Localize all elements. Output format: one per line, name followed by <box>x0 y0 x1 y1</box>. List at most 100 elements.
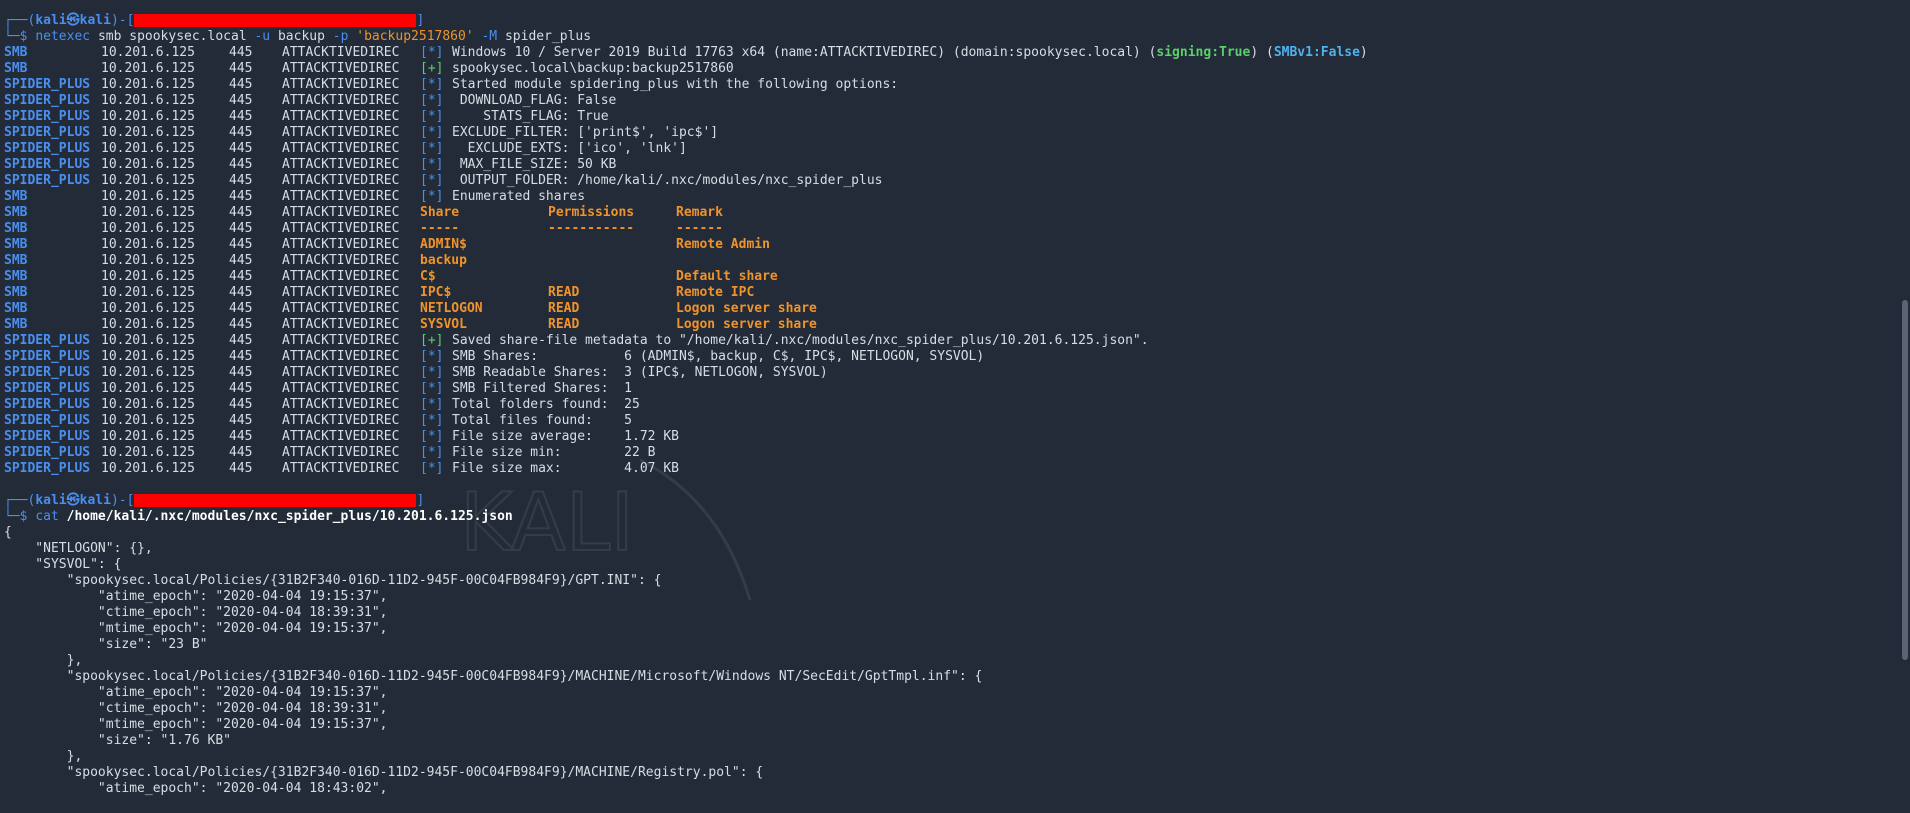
hostname: ATTACKTIVEDIREC <box>282 237 400 252</box>
status-tag: [*] <box>420 93 444 108</box>
message: Started module spidering_plus with the f… <box>452 77 899 92</box>
share-name: IPC$ <box>420 285 452 300</box>
message: File size min: 22 B <box>452 445 656 460</box>
json-line: "ctime_epoch": "2020-04-04 18:39:31", <box>4 605 388 620</box>
port: 445 <box>229 429 253 444</box>
status-tag: [*] <box>420 141 444 156</box>
ip-address: 10.201.6.125 <box>101 61 195 76</box>
message: OUTPUT_FOLDER: /home/kali/.nxc/modules/n… <box>452 173 883 188</box>
port: 445 <box>229 349 253 364</box>
port: 445 <box>229 365 253 380</box>
share-remark: Logon server share <box>676 317 817 332</box>
port: 445 <box>229 45 253 60</box>
summary-row: SPIDER_PLUS 10.201.6.125 445 ATTACKTIVEDIRE… <box>4 333 1898 349</box>
output-row: SMB 10.201.6.125 445 ATTACKTIVEDIREC [+] spoo… <box>4 61 1898 77</box>
ip-address: 10.201.6.125 <box>101 269 195 284</box>
share-permission: ----------- <box>548 221 635 236</box>
message: MAX_FILE_SIZE: 50 KB <box>452 157 617 172</box>
share-remark: Remote Admin <box>676 237 770 252</box>
table-header: SMB 10.201.6.125 445 ATTACKTIVEDIREC Share Pe… <box>4 205 1898 221</box>
protocol-label: SPIDER_PLUS <box>4 445 91 460</box>
message: Saved share-file metadata to "/home/kali… <box>452 333 1149 348</box>
ip-address: 10.201.6.125 <box>101 221 195 236</box>
output-row: SPIDER_PLUS 10.201.6.125 445 ATTACKTIVEDIRE… <box>4 173 1898 189</box>
ip-address: 10.201.6.125 <box>101 381 195 396</box>
port: 445 <box>229 189 253 204</box>
ip-address: 10.201.6.125 <box>101 125 195 140</box>
port: 445 <box>229 381 253 396</box>
output-row: SPIDER_PLUS 10.201.6.125 445 ATTACKTIVEDIRE… <box>4 77 1898 93</box>
table-underline: SMB 10.201.6.125 445 ATTACKTIVEDIREC ----- --… <box>4 221 1898 237</box>
json-line: "size": "23 B" <box>4 637 208 652</box>
share-name: ----- <box>420 221 460 236</box>
port: 445 <box>229 173 253 188</box>
message: Windows 10 / Server 2019 Build 17763 x64… <box>452 45 1157 60</box>
output-row: SPIDER_PLUS 10.201.6.125 445 ATTACKTIVEDIRE… <box>4 141 1898 157</box>
hostname: ATTACKTIVEDIREC <box>282 125 400 140</box>
ip-address: 10.201.6.125 <box>101 109 195 124</box>
table-row: SMB 10.201.6.125 445 ATTACKTIVEDIREC NETLOGO… <box>4 301 1898 317</box>
command-line-2[interactable]: └─$ cat /home/kali/.nxc/modules/nxc_spid… <box>4 509 1898 525</box>
protocol-label: SMB <box>4 45 28 60</box>
protocol-label: SPIDER_PLUS <box>4 413 91 428</box>
json-line: "spookysec.local/Policies/{31B2F340-016D… <box>4 765 764 780</box>
status-tag: [+] <box>420 333 444 348</box>
port: 445 <box>229 141 253 156</box>
table-row: SMB 10.201.6.125 445 ATTACKTIVEDIREC backup <box>4 253 1898 269</box>
hostname: ATTACKTIVEDIREC <box>282 45 400 60</box>
hostname: ATTACKTIVEDIREC <box>282 413 400 428</box>
protocol-label: SPIDER_PLUS <box>4 109 91 124</box>
json-line: }, <box>4 749 83 764</box>
hostname: ATTACKTIVEDIREC <box>282 221 400 236</box>
port: 445 <box>229 461 253 476</box>
protocol-label: SMB <box>4 221 28 236</box>
hostname: ATTACKTIVEDIREC <box>282 109 400 124</box>
table-row: SMB 10.201.6.125 445 ATTACKTIVEDIREC ADMIN$ R… <box>4 237 1898 253</box>
scrollbar-thumb[interactable] <box>1902 300 1908 660</box>
terminal-scrollbar[interactable] <box>1900 0 1910 813</box>
json-line: }, <box>4 653 83 668</box>
status-tag: [*] <box>420 397 444 412</box>
share-table: SMB 10.201.6.125 445 ATTACKTIVEDIREC Share Pe… <box>4 205 1898 333</box>
summary-row: SPIDER_PLUS 10.201.6.125 445 ATTACKTIVEDIRE… <box>4 381 1898 397</box>
message: Enumerated shares <box>452 189 586 204</box>
output-row: SPIDER_PLUS 10.201.6.125 445 ATTACKTIVEDIRE… <box>4 157 1898 173</box>
share-name: ADMIN$ <box>420 237 467 252</box>
share-remark: Logon server share <box>676 301 817 316</box>
ip-address: 10.201.6.125 <box>101 349 195 364</box>
status-tag: [*] <box>420 381 444 396</box>
smbv1-flag: SMBv1:False <box>1273 45 1360 60</box>
json-line: "mtime_epoch": "2020-04-04 19:15:37", <box>4 717 388 732</box>
protocol-label: SPIDER_PLUS <box>4 77 91 92</box>
message: EXCLUDE_FILTER: ['print$', 'ipc$'] <box>452 125 719 140</box>
hostname: ATTACKTIVEDIREC <box>282 445 400 460</box>
port: 445 <box>229 413 253 428</box>
output-row: SMB 10.201.6.125 445 ATTACKTIVEDIREC [*] Enum… <box>4 189 1898 205</box>
terminal-output: ┌──(kali㉿kali)-[] └─$ netexec smb spooky… <box>4 13 1898 797</box>
output-row: SPIDER_PLUS 10.201.6.125 445 ATTACKTIVEDIRE… <box>4 109 1898 125</box>
hostname: ATTACKTIVEDIREC <box>282 429 400 444</box>
json-line: "spookysec.local/Policies/{31B2F340-016D… <box>4 573 662 588</box>
status-tag: [*] <box>420 349 444 364</box>
command-line[interactable]: └─$ netexec smb spookysec.local -u backu… <box>4 29 1898 45</box>
summary-row: SPIDER_PLUS 10.201.6.125 445 ATTACKTIVEDIRE… <box>4 413 1898 429</box>
status-tag: [*] <box>420 125 444 140</box>
hostname: ATTACKTIVEDIREC <box>282 365 400 380</box>
port: 445 <box>229 77 253 92</box>
ip-address: 10.201.6.125 <box>101 429 195 444</box>
protocol-label: SMB <box>4 269 28 284</box>
message: EXCLUDE_EXTS: ['ico', 'lnk'] <box>452 141 687 156</box>
protocol-label: SPIDER_PLUS <box>4 125 91 140</box>
share-remark: ------ <box>676 221 723 236</box>
protocol-label: SPIDER_PLUS <box>4 141 91 156</box>
port: 445 <box>229 221 253 236</box>
protocol-label: SPIDER_PLUS <box>4 349 91 364</box>
summary-row: SPIDER_PLUS 10.201.6.125 445 ATTACKTIVEDIRE… <box>4 365 1898 381</box>
port: 445 <box>229 317 253 332</box>
ip-address: 10.201.6.125 <box>101 45 195 60</box>
protocol-label: SMB <box>4 301 28 316</box>
ip-address: 10.201.6.125 <box>101 141 195 156</box>
status-tag: [*] <box>420 461 444 476</box>
hostname: ATTACKTIVEDIREC <box>282 157 400 172</box>
ip-address: 10.201.6.125 <box>101 397 195 412</box>
